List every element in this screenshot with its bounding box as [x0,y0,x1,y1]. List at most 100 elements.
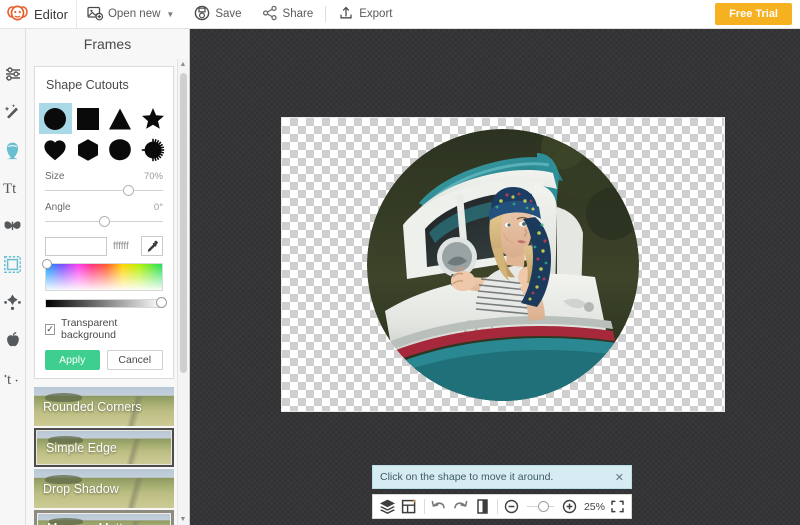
shape-grid [35,103,173,165]
free-trial-button[interactable]: Free Trial [715,3,792,25]
color-swatch[interactable] [45,236,107,256]
save-label: Save [215,8,242,20]
size-slider-track[interactable] [45,185,163,196]
size-slider-row: Size 70% [35,165,173,196]
angle-slider-row: Angle 0° [35,196,173,227]
size-slider-knob[interactable] [122,185,134,196]
share-nodes-icon [262,5,278,24]
angle-label: Angle [45,202,71,213]
photo-artwork [367,128,639,401]
size-value: 70% [143,171,163,182]
export-upload-icon [338,5,354,24]
transparent-background-row[interactable]: ✓ Transparent background [35,308,173,341]
monkey-logo-icon [7,3,29,26]
zoom-slider-track[interactable] [526,501,555,512]
bottom-toolbar: 25% [372,494,632,519]
frame-preset-rounded-corners[interactable]: Rounded Corners [34,387,174,426]
shape-option-blob[interactable] [104,134,137,165]
svg-text:t: t [7,372,12,387]
shape-option-circle[interactable] [39,103,72,134]
frame-preset-list: Rounded Corners Simple Edge Drop Shadow … [34,387,174,525]
toolbar-divider-2 [325,6,327,22]
size-label: Size [45,171,65,182]
hex-value: ffffff [113,240,129,252]
zoom-slider-knob[interactable] [537,501,549,512]
adjust-sliders-icon[interactable] [2,63,24,85]
shape-cutouts-card: Shape Cutouts Size 70% Angle 0° ffffff ✓… [34,66,174,379]
textures-icon[interactable] [2,291,24,313]
frames-icon[interactable] [2,253,24,275]
shape-option-star[interactable] [137,103,170,134]
preset-label: Simple Edge [46,440,117,455]
angle-slider-track[interactable] [45,216,163,227]
redo-icon[interactable] [452,497,469,516]
share-label: Share [282,8,314,20]
preset-label: Drop Shadow [43,481,119,496]
shape-option-square[interactable] [72,103,105,134]
svg-text:Tt: Tt [3,181,17,196]
brand-label: Editor [34,6,68,22]
angle-value: 0° [153,202,163,213]
butterfly-overlays-icon[interactable] [2,215,24,237]
text-tool-icon[interactable]: Tt [2,177,24,199]
export-button[interactable]: Export [328,0,402,29]
circle-photo-cutout[interactable] [367,128,639,401]
apply-button[interactable]: Apply [45,350,100,370]
cancel-button[interactable]: Cancel [106,350,163,370]
panel-title: Frames [83,36,132,52]
brand[interactable]: Editor [0,3,68,26]
undo-icon[interactable] [430,497,447,516]
hint-text: Click on the shape to move it around. [380,471,554,483]
scroll-down-arrow-icon[interactable]: ▼ [178,514,188,525]
shape-option-triangle[interactable] [104,103,137,134]
magic-wand-icon[interactable] [2,101,24,123]
brightness-knob[interactable] [156,297,167,308]
panel-scrollbar[interactable]: ▲ ▼ [177,59,188,525]
share-button[interactable]: Share [252,0,324,29]
save-button[interactable]: Save [184,0,251,29]
scrollbar-thumb[interactable] [180,73,187,373]
cutout-actions: Apply Cancel [35,341,173,370]
image-add-icon [87,5,104,24]
collage-add-icon[interactable] [401,497,418,516]
angle-slider-knob[interactable] [99,216,111,227]
export-label: Export [359,8,393,20]
workspace[interactable] [190,29,800,525]
eyedropper-icon[interactable] [141,236,163,256]
apple-seasonal-icon[interactable] [2,329,24,351]
zoom-out-button[interactable] [504,497,519,516]
frame-preset-drop-shadow[interactable]: Drop Shadow [34,469,174,508]
transparent-background-label: Transparent background [61,317,118,341]
layers-icon[interactable] [379,497,396,516]
open-new-button[interactable]: Open new ▼ [77,0,184,29]
shape-option-starburst[interactable] [137,134,170,165]
shape-option-hexagon[interactable] [72,134,105,165]
preset-label: Rounded Corners [43,399,142,414]
color-saturation-knob[interactable] [42,259,52,269]
frames-panel: Frames Shape Cutouts Size 70% Angle 0° f… [26,29,190,525]
preset-label: Museum Matte [38,521,130,525]
shape-option-heart[interactable] [39,134,72,165]
top-toolbar: Editor Open new ▼ Save Share Export Free… [0,0,800,29]
close-icon[interactable]: ✕ [615,471,624,484]
touch-up-face-icon[interactable] [2,139,24,161]
brightness-field[interactable] [45,297,167,308]
zoom-in-button[interactable] [562,497,577,516]
frame-preset-museum-matte[interactable]: Museum Matte [34,510,174,525]
zoom-level-label: 25% [583,500,605,513]
panel-scroll-area: Shape Cutouts Size 70% Angle 0° ffffff ✓… [26,59,178,525]
transparent-background-checkbox[interactable]: ✓ [45,323,56,335]
frame-preset-simple-edge[interactable]: Simple Edge [34,428,174,467]
open-new-label: Open new [107,8,161,20]
scroll-up-arrow-icon[interactable]: ▲ [178,59,188,70]
hint-tooltip: Click on the shape to move it around. ✕ [372,465,632,489]
fullscreen-icon[interactable] [610,497,625,516]
color-saturation-field[interactable] [42,259,163,291]
tool-rail: Tt t [0,29,26,525]
canvas[interactable] [281,117,725,412]
compare-split-icon[interactable] [474,497,491,516]
chevron-down-icon: ▼ [166,9,175,19]
color-row: ffffff [35,227,173,256]
stickers-icon[interactable]: t [2,367,24,389]
editor-app: Editor Open new ▼ Save Share Export Free… [0,0,800,525]
